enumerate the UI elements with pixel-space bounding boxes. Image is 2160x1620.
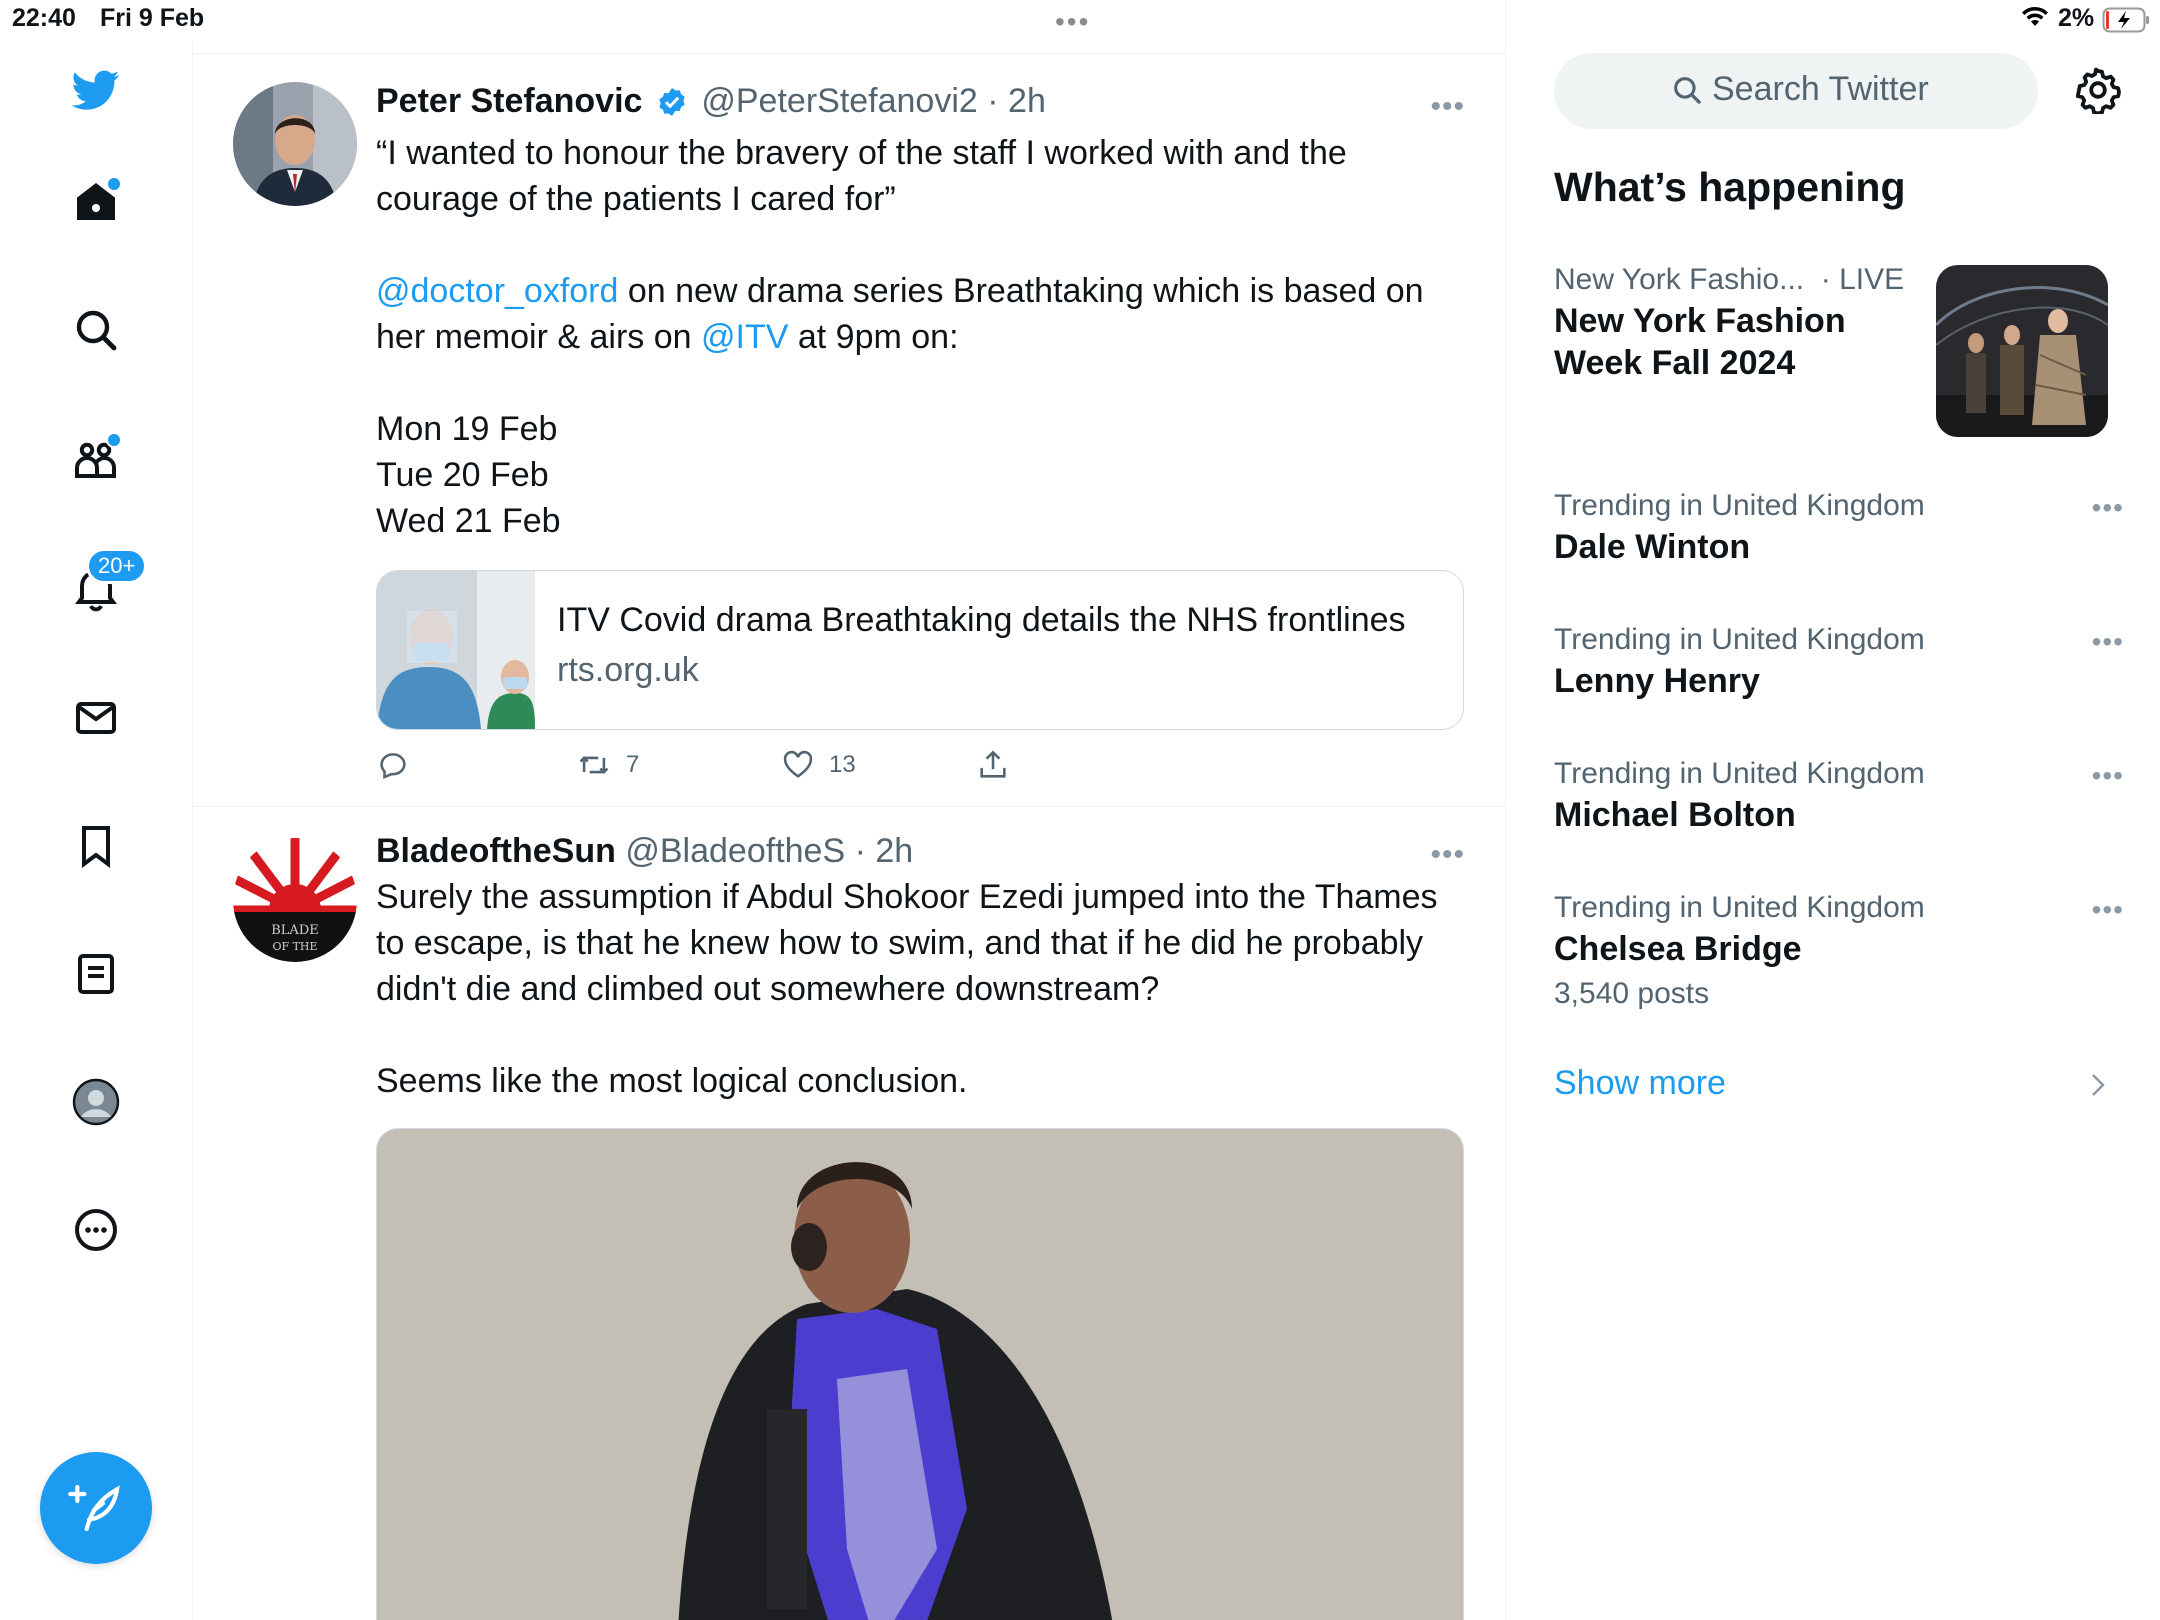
link-card-title: ITV Covid drama Breathtaking details the… (557, 601, 1406, 639)
wifi-icon (2020, 6, 2050, 33)
tweet-actions: 7 13 (376, 748, 1456, 788)
list-icon[interactable] (72, 950, 120, 998)
profile-icon[interactable] (72, 1078, 120, 1126)
trend-more-icon[interactable]: ••• (2092, 760, 2124, 792)
tweet-time[interactable]: · 2h (855, 832, 914, 870)
status-date: Fri 9 Feb (100, 4, 205, 32)
tweet-text-body: at 9pm on: (788, 318, 959, 356)
tweet-date-line: Mon 19 Feb (376, 410, 558, 448)
trend-post-count: 3,540 posts (1554, 977, 1710, 1010)
trend-name: New York Fashion Week Fall 2024 (1554, 302, 1846, 382)
communities-unread-dot (106, 432, 122, 448)
mail-icon[interactable] (72, 694, 120, 742)
tweet-date-line: Tue 20 Feb (376, 456, 549, 494)
tweet-content: Peter Stefanovic @PeterStefanovi2 · 2h “… (376, 78, 1464, 788)
bell-icon[interactable]: 20+ (72, 548, 148, 612)
whats-happening-title: What’s happening (1554, 164, 1906, 210)
timeline: ••• Peter Stefanovic @PeterStefanovi2 · … (193, 0, 1506, 1620)
status-time: 22:40 (12, 4, 76, 32)
trend-context: New York Fashio... · LIVE (1554, 260, 1914, 300)
search-icon (1670, 73, 1704, 112)
author-handle[interactable]: @PeterStefanovi2 (701, 82, 977, 120)
trend-name: Dale Winton (1554, 528, 1751, 566)
like-button[interactable]: 13 (781, 748, 856, 782)
tweet-text: “I wanted to honour the bravery of the s… (376, 130, 1456, 544)
live-label: · LIVE (1820, 263, 1905, 296)
tweet[interactable]: BLADE OF THE ••• BladeoftheSun @Bladeoft… (193, 808, 1505, 1620)
retweet-icon (579, 756, 609, 774)
bookmark-icon[interactable] (72, 822, 120, 870)
search-input[interactable]: Search Twitter (1554, 53, 2038, 129)
timeline-header (193, 0, 1505, 54)
tweet-date-line: Wed 21 Feb (376, 502, 561, 540)
trend-name: Michael Bolton (1554, 796, 1796, 834)
battery-percent: 2% (2058, 4, 2095, 32)
tweet-text-body: Surely the assumption if Abdul Shokoor E… (376, 878, 1447, 1008)
trend-item[interactable]: Trending in United Kingdom Michael Bolto… (1554, 754, 2124, 836)
mention-link[interactable]: @ITV (701, 318, 788, 356)
heart-icon (783, 750, 813, 778)
chevron-right-icon (2086, 1070, 2110, 1105)
trend-item[interactable]: Trending in United Kingdom Lenny Henry •… (1554, 620, 2124, 702)
avatar[interactable] (233, 82, 357, 206)
trend-context: Trending in United Kingdom (1554, 891, 1925, 924)
home-icon[interactable] (72, 176, 122, 226)
verified-badge-icon (656, 84, 688, 130)
avatar[interactable]: BLADE OF THE (233, 838, 357, 962)
show-more-link[interactable]: Show more (1554, 1064, 1726, 1103)
trend-more-icon[interactable]: ••• (2092, 894, 2124, 926)
share-icon (980, 750, 1006, 778)
tweet-photo[interactable] (376, 1128, 1464, 1620)
trend-name: Chelsea Bridge (1554, 930, 1802, 968)
left-navigation: 20+ (0, 40, 193, 1620)
trend-context: Trending in United Kingdom (1554, 757, 1925, 790)
gear-icon[interactable] (2074, 66, 2122, 119)
trend-context: Trending in United Kingdom (1554, 623, 1925, 656)
link-card[interactable]: ITV Covid drama Breathtaking details the… (376, 570, 1464, 730)
battery-charging-icon (2102, 7, 2152, 38)
more-circle-icon[interactable] (72, 1206, 120, 1254)
trend-more-icon[interactable]: ••• (2092, 492, 2124, 524)
compose-feather-icon (68, 1484, 120, 1532)
like-count: 13 (829, 751, 856, 778)
tweet-header: Peter Stefanovic @PeterStefanovi2 · 2h (376, 78, 1456, 130)
trend-name: Lenny Henry (1554, 662, 1760, 700)
search-icon[interactable] (72, 306, 120, 354)
retweet-count: 7 (626, 751, 640, 778)
tweet-header: BladeoftheSun @BladeoftheS · 2h (376, 828, 1456, 874)
tweet-content: BladeoftheSun @BladeoftheS · 2h Surely t… (376, 828, 1464, 1620)
author-handle[interactable]: @BladeoftheS (625, 832, 845, 870)
search-placeholder: Search Twitter (1712, 70, 1929, 108)
link-card-domain: rts.org.uk (557, 651, 699, 689)
link-card-image (377, 571, 535, 729)
avatar-logo-text: BLADE (271, 923, 319, 938)
trend-item-featured[interactable]: New York Fashio... · LIVE New York Fashi… (1554, 260, 1914, 384)
tweet-text: Surely the assumption if Abdul Shokoor E… (376, 874, 1456, 1104)
trend-item[interactable]: Trending in United Kingdom Chelsea Bridg… (1554, 888, 2124, 1014)
share-button[interactable] (976, 748, 1010, 782)
trend-context: Trending in United Kingdom (1554, 489, 1925, 522)
author-name[interactable]: BladeoftheSun (376, 832, 616, 870)
tweet-time[interactable]: · 2h (987, 82, 1046, 120)
home-unread-dot (106, 176, 122, 192)
reply-button[interactable] (376, 748, 410, 782)
reply-icon (380, 753, 406, 779)
mention-link[interactable]: @doctor_oxford (376, 272, 618, 310)
twitter-logo-icon[interactable] (72, 66, 120, 114)
retweet-button[interactable]: 7 (576, 748, 639, 782)
tweet-text-body: Seems like the most logical conclusion. (376, 1062, 968, 1100)
tweet[interactable]: ••• Peter Stefanovic @PeterStefanovi2 · … (193, 54, 1505, 807)
trend-more-icon[interactable]: ••• (2092, 626, 2124, 658)
trend-featured-image[interactable] (1936, 265, 2108, 437)
author-name[interactable]: Peter Stefanovic (376, 82, 642, 120)
trend-item[interactable]: Trending in United Kingdom Dale Winton •… (1554, 486, 2124, 568)
compose-tweet-button[interactable] (40, 1452, 152, 1564)
avatar-logo-text: OF THE (272, 940, 317, 953)
communities-icon[interactable] (72, 432, 122, 482)
tweet-text-quote: “I wanted to honour the bravery of the s… (376, 134, 1357, 218)
trend-context-text: New York Fashio... (1554, 263, 1805, 296)
notifications-badge: 20+ (86, 548, 148, 584)
